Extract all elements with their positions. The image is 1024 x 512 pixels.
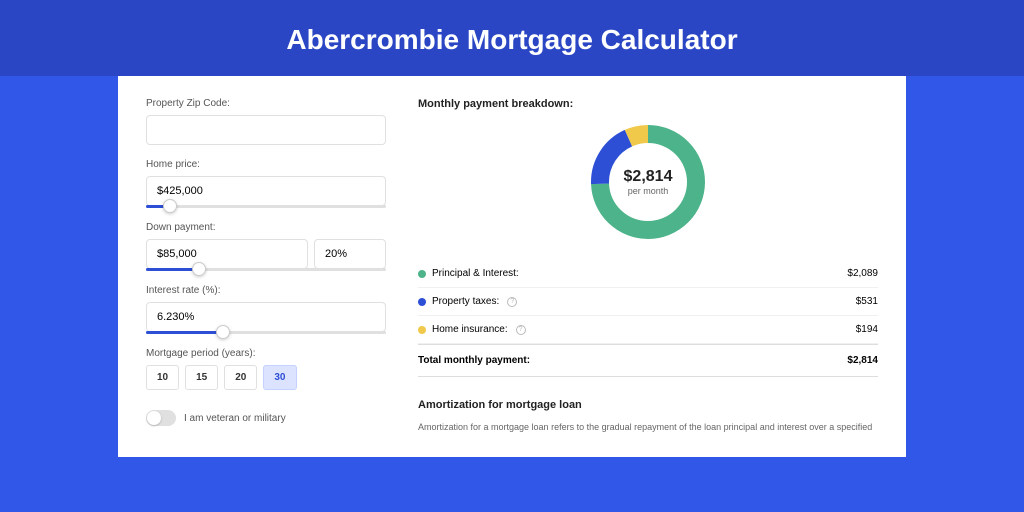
calculator-card: Property Zip Code: Home price: Down paym…	[118, 76, 906, 457]
down-payment-pct-input[interactable]	[314, 239, 386, 269]
legend: Principal & Interest: $2,089 Property ta…	[418, 260, 878, 377]
interest-input[interactable]	[146, 302, 386, 332]
interest-slider[interactable]	[146, 331, 386, 334]
zip-group: Property Zip Code:	[146, 98, 386, 145]
page-title: Abercrombie Mortgage Calculator	[0, 24, 1024, 56]
total-value: $2,814	[847, 355, 878, 366]
home-price-slider[interactable]	[146, 205, 386, 208]
dot-icon	[418, 298, 426, 306]
legend-row-principal: Principal & Interest: $2,089	[418, 260, 878, 288]
down-payment-input[interactable]	[146, 239, 308, 269]
legend-label: Property taxes:	[432, 296, 499, 307]
veteran-toggle[interactable]	[146, 410, 176, 426]
interest-group: Interest rate (%):	[146, 285, 386, 334]
period-20[interactable]: 20	[224, 365, 257, 390]
veteran-label: I am veteran or military	[184, 413, 286, 424]
down-payment-label: Down payment:	[146, 222, 386, 233]
page-header: Abercrombie Mortgage Calculator	[0, 0, 1024, 76]
zip-input[interactable]	[146, 115, 386, 145]
info-icon[interactable]: ?	[516, 325, 526, 335]
veteran-row: I am veteran or military	[146, 410, 386, 426]
period-15[interactable]: 15	[185, 365, 218, 390]
period-label: Mortgage period (years):	[146, 348, 386, 359]
legend-value: $2,089	[847, 268, 878, 279]
home-price-group: Home price:	[146, 159, 386, 208]
legend-value: $194	[856, 324, 878, 335]
legend-label: Principal & Interest:	[432, 268, 519, 279]
breakdown-title: Monthly payment breakdown:	[418, 98, 878, 110]
period-30[interactable]: 30	[263, 365, 296, 390]
legend-row-insurance: Home insurance: ? $194	[418, 316, 878, 344]
home-price-label: Home price:	[146, 159, 386, 170]
home-price-input[interactable]	[146, 176, 386, 206]
info-icon[interactable]: ?	[507, 297, 517, 307]
period-group: Mortgage period (years): 10 15 20 30	[146, 348, 386, 390]
donut-chart: $2,814 per month	[418, 122, 878, 242]
down-payment-slider[interactable]	[146, 268, 386, 271]
dot-icon	[418, 270, 426, 278]
legend-label: Home insurance:	[432, 324, 508, 335]
legend-row-total: Total monthly payment: $2,814	[418, 344, 878, 377]
period-10[interactable]: 10	[146, 365, 179, 390]
dot-icon	[418, 326, 426, 334]
down-payment-group: Down payment:	[146, 222, 386, 271]
donut-sub: per month	[624, 186, 673, 196]
legend-value: $531	[856, 296, 878, 307]
form-panel: Property Zip Code: Home price: Down paym…	[146, 98, 386, 435]
amortization-section: Amortization for mortgage loan Amortizat…	[418, 399, 878, 435]
total-label: Total monthly payment:	[418, 355, 530, 366]
amortization-text: Amortization for a mortgage loan refers …	[418, 421, 878, 435]
legend-row-taxes: Property taxes: ? $531	[418, 288, 878, 316]
amortization-title: Amortization for mortgage loan	[418, 399, 878, 411]
breakdown-panel: Monthly payment breakdown: $2,814 per mo…	[418, 98, 878, 435]
period-options: 10 15 20 30	[146, 365, 386, 390]
zip-label: Property Zip Code:	[146, 98, 386, 109]
interest-label: Interest rate (%):	[146, 285, 386, 296]
donut-amount: $2,814	[624, 168, 673, 186]
